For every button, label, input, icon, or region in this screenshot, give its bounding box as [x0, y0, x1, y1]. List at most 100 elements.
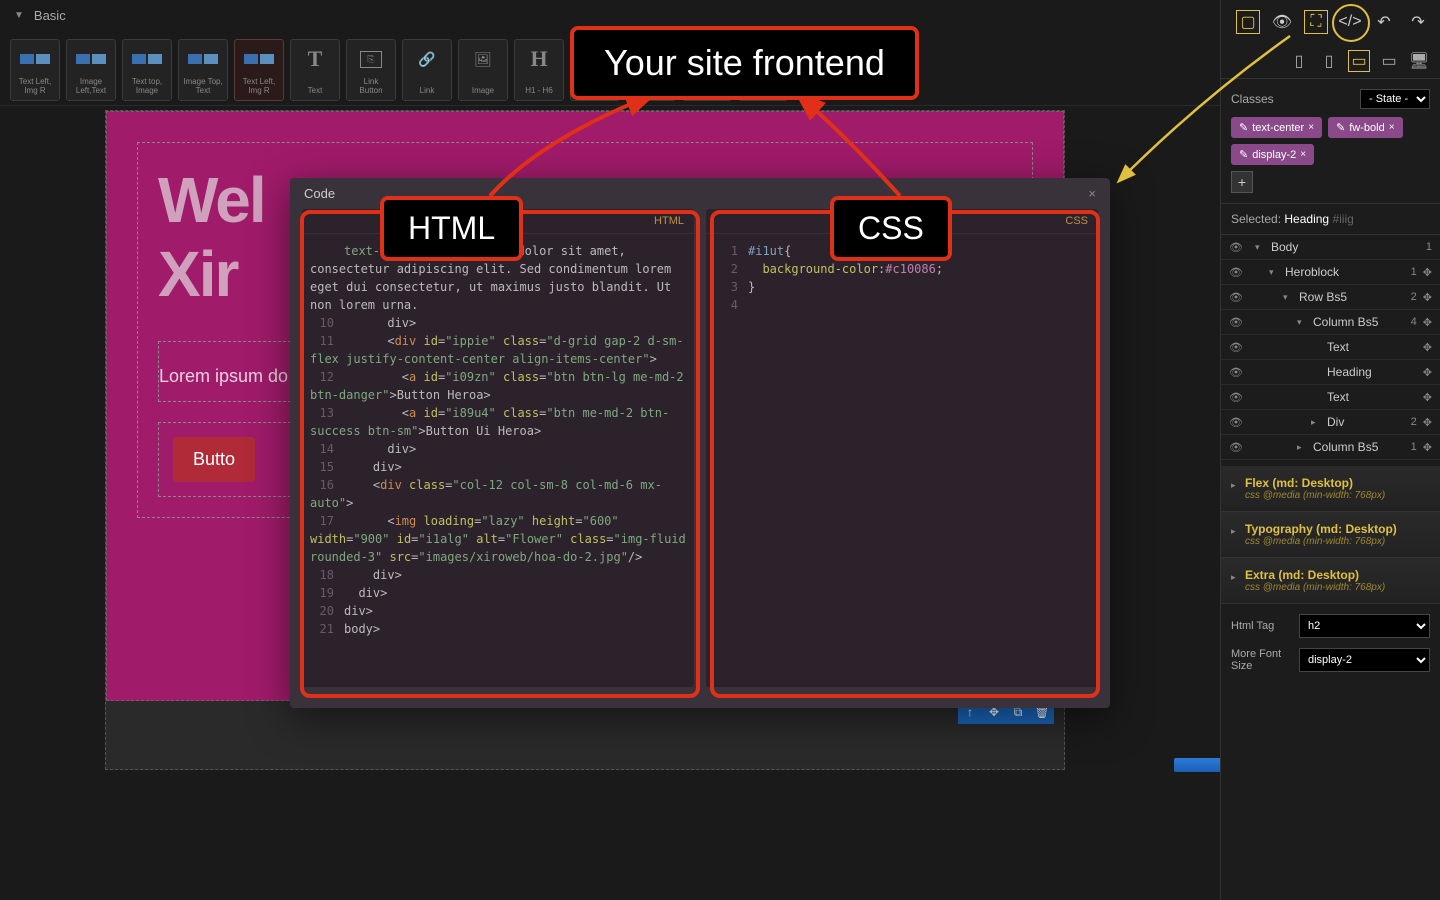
- preview-icon[interactable]: 👁: [1270, 10, 1294, 34]
- html-tag-select[interactable]: h2: [1299, 614, 1430, 638]
- undo-icon[interactable]: ↶: [1372, 10, 1396, 34]
- tree-row-div[interactable]: 👁▸Div2✥: [1221, 410, 1440, 435]
- annotation-css: CSS: [830, 196, 952, 261]
- accordion-typography[interactable]: ▸Typography (md: Desktop)css @media (min…: [1221, 512, 1440, 558]
- tree-row-text[interactable]: 👁Text✥: [1221, 385, 1440, 410]
- component-text-top-image[interactable]: Text top, Image: [122, 39, 172, 101]
- component-label: Image Left,Text: [71, 78, 111, 96]
- caret-icon[interactable]: ▾: [1269, 267, 1279, 278]
- accordion-title: Extra (md: Desktop): [1231, 568, 1430, 582]
- visibility-icon[interactable]: 👁: [1229, 366, 1243, 379]
- tree-row-heroblock[interactable]: 👁▾Heroblock1✥: [1221, 260, 1440, 285]
- html-tag-label: Html Tag: [1231, 620, 1291, 632]
- modal-title: Code: [304, 186, 335, 201]
- add-class-button[interactable]: +: [1231, 171, 1253, 193]
- annotation-html: HTML: [380, 196, 523, 261]
- drag-handle-icon[interactable]: ✥: [1423, 441, 1432, 454]
- component-icon: [71, 44, 111, 74]
- tablet-landscape-icon[interactable]: ▭: [1348, 50, 1370, 72]
- accordion-flex[interactable]: ▸Flex (md: Desktop)css @media (min-width…: [1221, 466, 1440, 512]
- drag-handle-icon[interactable]: ✥: [1423, 266, 1432, 279]
- caret-icon[interactable]: ▾: [1297, 317, 1307, 328]
- remove-chip-icon[interactable]: ×: [1389, 122, 1395, 133]
- outline-icon[interactable]: ▢: [1236, 10, 1260, 34]
- layer-tree: 👁▾Body1👁▾Heroblock1✥👁▾Row Bs52✥👁▾Column …: [1221, 235, 1440, 460]
- class-chip-display-2[interactable]: ✎ display-2 ×: [1231, 144, 1314, 165]
- component-icon: T: [295, 44, 335, 74]
- desktop-icon[interactable]: 🖥: [1408, 50, 1430, 72]
- component-link[interactable]: 🔗Link: [402, 39, 452, 101]
- device-switcher: ▯ ▯ ▭ ▭ 🖥: [1221, 44, 1440, 79]
- fullscreen-icon[interactable]: ⛶: [1304, 10, 1328, 34]
- panel-top-actions: ▢ 👁 ⛶ </> ↶ ↷: [1221, 0, 1440, 44]
- code-icon[interactable]: </>: [1338, 10, 1362, 34]
- tablet-portrait-icon[interactable]: ▯: [1318, 50, 1340, 72]
- remove-chip-icon[interactable]: ×: [1308, 122, 1314, 133]
- tree-row-text[interactable]: 👁Text✥: [1221, 335, 1440, 360]
- component-label: Text top, Image: [127, 78, 167, 96]
- caret-icon: ▸: [1231, 526, 1236, 537]
- component-label: Text: [308, 87, 323, 96]
- component-link-button[interactable]: ⎘ Link Button: [346, 39, 396, 101]
- class-chip-fw-bold[interactable]: ✎ fw-bold ×: [1328, 117, 1403, 138]
- drag-handle-icon[interactable]: ✥: [1423, 391, 1432, 404]
- caret-icon[interactable]: ▾: [1283, 292, 1293, 303]
- component-label: Text Left, Img R: [15, 78, 55, 96]
- component-label: Text Left, Img R: [239, 78, 279, 96]
- component-text-left-img-r[interactable]: Text Left, Img R: [234, 39, 284, 101]
- component-icon: [127, 44, 167, 74]
- tree-label: Body: [1271, 240, 1420, 254]
- tree-label: Column Bs5: [1313, 440, 1405, 454]
- hero-button[interactable]: Butto: [173, 437, 255, 482]
- visibility-icon[interactable]: 👁: [1229, 266, 1243, 279]
- accordion-title: Flex (md: Desktop): [1231, 476, 1430, 490]
- component-image-top-text[interactable]: Image Top, Text: [178, 39, 228, 101]
- component-image-left-text[interactable]: Image Left,Text: [66, 39, 116, 101]
- component-label: Link Button: [351, 78, 391, 96]
- drag-handle-icon[interactable]: ✥: [1423, 341, 1432, 354]
- tree-row-column-bs5[interactable]: 👁▾Column Bs54✥: [1221, 310, 1440, 335]
- redo-icon[interactable]: ↷: [1406, 10, 1430, 34]
- tree-row-body[interactable]: 👁 ▾ Body 1: [1221, 235, 1440, 260]
- drag-handle-icon[interactable]: ✥: [1423, 416, 1432, 429]
- child-count: 1: [1411, 441, 1417, 453]
- class-chips: ✎ text-center × ✎ fw-bold × ✎ display-2 ×: [1231, 117, 1430, 165]
- remove-chip-icon[interactable]: ×: [1300, 149, 1306, 160]
- visibility-icon[interactable]: 👁: [1229, 241, 1243, 254]
- state-select[interactable]: - State -: [1360, 89, 1430, 109]
- visibility-icon[interactable]: 👁: [1229, 341, 1243, 354]
- component-icon: ⎘: [351, 44, 391, 74]
- classes-section: Classes - State - ✎ text-center ×✎ fw-bo…: [1221, 79, 1440, 203]
- visibility-icon[interactable]: 👁: [1229, 441, 1243, 454]
- accordion-subtitle: css @media (min-width: 768px): [1231, 536, 1430, 547]
- chevron-down-icon: ▼: [14, 10, 24, 21]
- child-count: 1: [1426, 241, 1432, 253]
- annotation-border: [710, 210, 1100, 698]
- accordion-title: Typography (md: Desktop): [1231, 522, 1430, 536]
- visibility-icon[interactable]: 👁: [1229, 291, 1243, 304]
- drag-handle-icon[interactable]: ✥: [1423, 291, 1432, 304]
- tree-row-column-bs5[interactable]: 👁 ▸ Column Bs5 1 ✥: [1221, 435, 1440, 460]
- component-text[interactable]: T Text: [290, 39, 340, 101]
- class-chip-text-center[interactable]: ✎ text-center ×: [1231, 117, 1322, 138]
- caret-icon[interactable]: ▾: [1255, 242, 1265, 253]
- close-icon[interactable]: ×: [1088, 186, 1096, 201]
- visibility-icon[interactable]: 👁: [1229, 391, 1243, 404]
- tree-label: Div: [1327, 415, 1405, 429]
- phone-icon[interactable]: ▯: [1288, 50, 1310, 72]
- component-h1-h6[interactable]: HH1 - H6: [514, 39, 564, 101]
- font-size-select[interactable]: display-2: [1299, 648, 1430, 672]
- component-icon: [183, 44, 223, 74]
- component-text-left-img-r[interactable]: Text Left, Img R: [10, 39, 60, 101]
- drag-handle-icon[interactable]: ✥: [1423, 316, 1432, 329]
- tree-row-row-bs5[interactable]: 👁▾Row Bs52✥: [1221, 285, 1440, 310]
- caret-icon[interactable]: ▸: [1311, 417, 1321, 428]
- tree-row-heading[interactable]: 👁Heading✥: [1221, 360, 1440, 385]
- visibility-icon[interactable]: 👁: [1229, 316, 1243, 329]
- caret-icon[interactable]: ▸: [1297, 442, 1307, 453]
- visibility-icon[interactable]: 👁: [1229, 416, 1243, 429]
- accordion-extra[interactable]: ▸Extra (md: Desktop)css @media (min-widt…: [1221, 558, 1440, 604]
- drag-handle-icon[interactable]: ✥: [1423, 366, 1432, 379]
- laptop-icon[interactable]: ▭: [1378, 50, 1400, 72]
- component-image[interactable]: 🖼Image: [458, 39, 508, 101]
